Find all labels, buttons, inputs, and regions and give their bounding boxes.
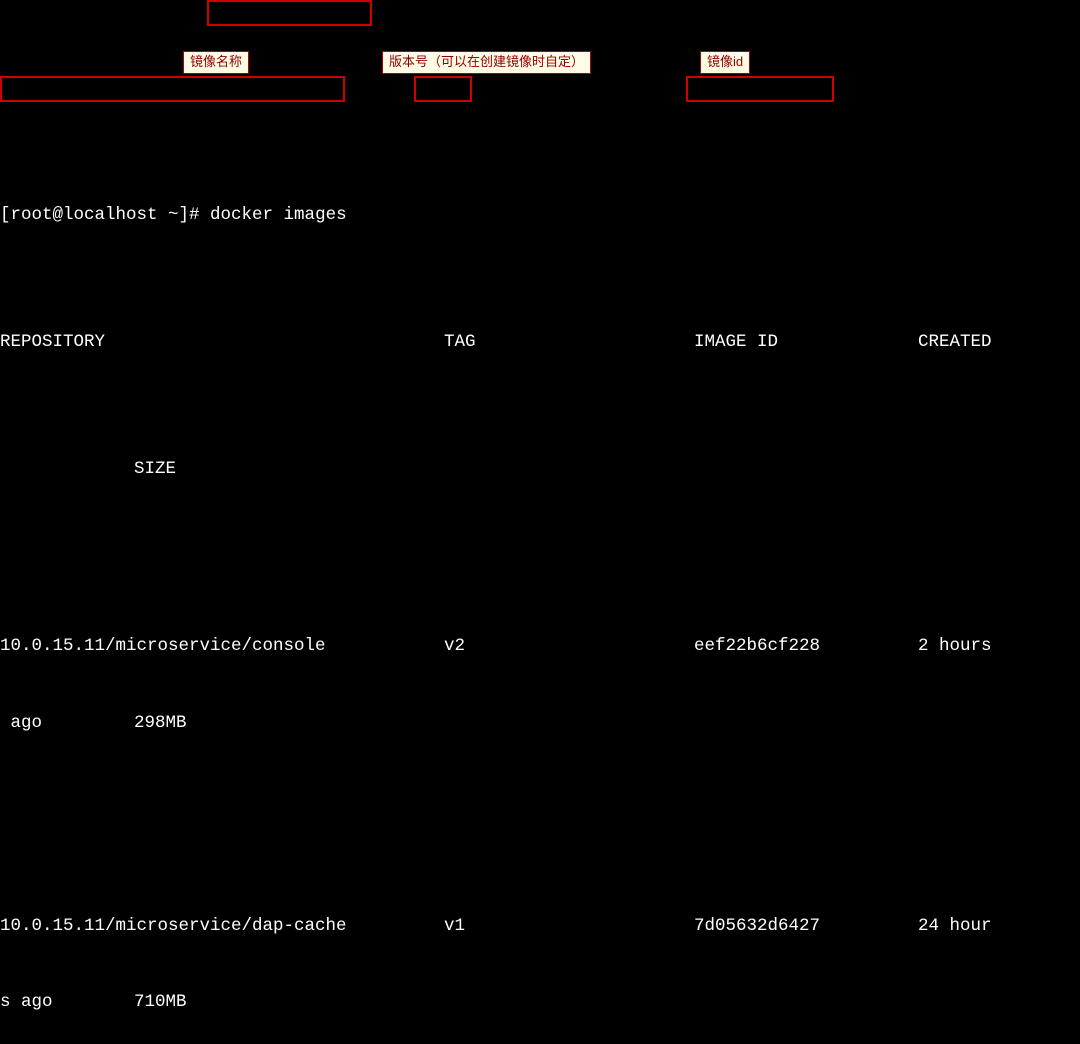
- col-created: 2 hours: [918, 634, 992, 659]
- col-size: 298MB: [134, 711, 187, 736]
- col-tag: v2: [444, 634, 694, 659]
- col-image-id: 7d05632d6427: [694, 914, 918, 939]
- image-row: 10.0.15.11/microservice/dap-cachev17d056…: [0, 863, 1080, 1044]
- hdr-created: CREATED: [918, 330, 992, 355]
- col-repository: 10.0.15.11/microservice/console: [0, 634, 444, 659]
- prompt-line[interactable]: [root@localhost ~]# docker images: [0, 203, 1080, 228]
- col-image-id: eef22b6cf228: [694, 634, 918, 659]
- col-created-wrap: s ago: [0, 990, 134, 1015]
- command-text: docker images: [210, 203, 347, 228]
- header-line-2: SIZE: [0, 457, 1080, 482]
- col-created-wrap: ago: [0, 711, 134, 736]
- highlight-command: [207, 0, 372, 26]
- label-id: 镜像id: [700, 51, 750, 74]
- highlight-repo: [0, 76, 345, 102]
- col-tag: v1: [444, 914, 694, 939]
- header-line-1: REPOSITORYTAGIMAGE IDCREATED: [0, 330, 1080, 355]
- hdr-image-id: IMAGE ID: [694, 330, 918, 355]
- col-created: 24 hour: [918, 914, 992, 939]
- hdr-tag: TAG: [444, 330, 694, 355]
- highlight-tag: [414, 76, 472, 102]
- col-repository: 10.0.15.11/microservice/dap-cache: [0, 914, 444, 939]
- shell-prompt: [root@localhost ~]#: [0, 203, 210, 228]
- col-size: 710MB: [134, 990, 187, 1015]
- image-row: 10.0.15.11/microservice/consolev2eef22b6…: [0, 584, 1080, 787]
- hdr-size: SIZE: [134, 457, 176, 482]
- label-version: 版本号（可以在创建镜像时自定）: [382, 51, 591, 74]
- label-name: 镜像名称: [183, 51, 249, 74]
- hdr-repository: REPOSITORY: [0, 330, 444, 355]
- terminal-output: [root@localhost ~]# docker images REPOSI…: [0, 102, 1080, 1044]
- highlight-id: [686, 76, 834, 102]
